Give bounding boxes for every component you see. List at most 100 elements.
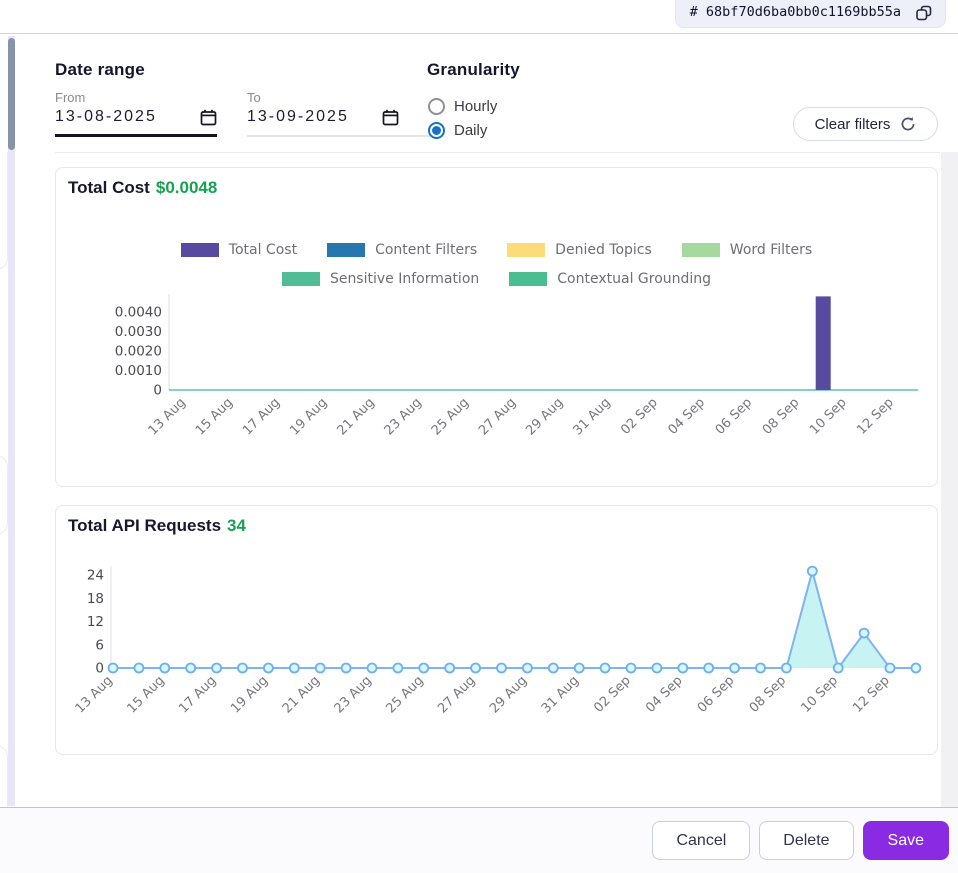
legend-item[interactable]: Denied Topics <box>507 242 652 258</box>
svg-text:27 Aug: 27 Aug <box>476 395 519 438</box>
svg-text:04 Sep: 04 Sep <box>643 673 686 716</box>
svg-text:08 Sep: 08 Sep <box>747 673 790 716</box>
legend-swatch <box>509 272 548 286</box>
to-label: To <box>247 90 261 105</box>
to-calendar-button[interactable] <box>382 109 399 126</box>
from-value[interactable]: 13-08-2025 <box>55 108 157 126</box>
footer: Cancel Delete Save <box>0 807 958 873</box>
legend-label: Content Filters <box>375 242 478 258</box>
legend-swatch <box>180 243 219 257</box>
from-label: From <box>55 90 86 105</box>
svg-text:0.0030: 0.0030 <box>115 324 162 340</box>
svg-text:13 Aug: 13 Aug <box>146 395 189 438</box>
svg-text:24: 24 <box>87 568 104 584</box>
calendar-icon <box>382 109 399 125</box>
legend-swatch <box>281 272 320 286</box>
svg-text:10 Sep: 10 Sep <box>798 673 841 716</box>
radio-icon[interactable] <box>428 122 445 139</box>
legend-swatch <box>507 243 546 257</box>
granularity-option-label: Daily <box>454 122 488 139</box>
calendar-icon <box>200 109 217 125</box>
filters-section: Date range From 13-08-2025 To 13-09-2025 <box>0 34 958 153</box>
svg-text:17 Aug: 17 Aug <box>176 673 219 716</box>
total-cost-chart[interactable]: 0 0.0010 0.0020 0.0030 0.0040 13 Aug 15 Aug 17 … <box>56 290 939 466</box>
legend-item[interactable]: Total Cost <box>180 242 298 258</box>
legend-item[interactable]: Content Filters <box>327 242 477 258</box>
clear-filters-label: Clear filters <box>814 115 891 133</box>
clear-filters-button[interactable]: Clear filters <box>793 107 938 141</box>
copy-icon[interactable] <box>915 4 933 22</box>
total-cost-card: Total Cost $0.0048 Total Cost Content Filt… <box>55 167 938 487</box>
radio-icon[interactable] <box>428 98 445 115</box>
granularity-label: Granularity <box>427 60 520 79</box>
svg-text:0.0040: 0.0040 <box>115 305 162 321</box>
api-requests-card: Total API Requests 34 0 6 12 18 24 13 Aug 15 Au… <box>55 505 938 755</box>
panel: # 68bf70d6ba0bb0c1169bb55a Date range Fr… <box>0 0 958 873</box>
legend-item[interactable]: Contextual Grounding <box>509 271 711 287</box>
svg-text:27 Aug: 27 Aug <box>435 673 478 716</box>
left-scrollbar-track[interactable] <box>8 36 15 806</box>
svg-text:0.0010: 0.0010 <box>115 363 162 379</box>
legend-item[interactable]: Sensitive Information <box>281 271 480 287</box>
svg-text:18: 18 <box>87 591 104 607</box>
api-requests-title: Total API Requests <box>68 516 222 535</box>
legend-label: Total Cost <box>228 242 298 258</box>
total-cost-title: Total Cost <box>68 178 150 197</box>
svg-text:13 Aug: 13 Aug <box>73 673 116 716</box>
legend-swatch <box>327 243 366 257</box>
svg-text:17 Aug: 17 Aug <box>240 395 283 438</box>
svg-text:0: 0 <box>153 383 162 399</box>
from-calendar-button[interactable] <box>200 109 217 126</box>
granularity-option-daily[interactable]: Daily <box>428 122 487 139</box>
svg-text:08 Sep: 08 Sep <box>760 395 803 438</box>
granularity-option-hourly[interactable]: Hourly <box>428 98 497 115</box>
legend-label: Word Filters <box>729 242 813 258</box>
svg-text:31 Aug: 31 Aug <box>539 673 582 716</box>
resource-id-chip: # 68bf70d6ba0bb0c1169bb55a <box>674 0 946 28</box>
svg-text:31 Aug: 31 Aug <box>570 395 613 438</box>
legend-label: Contextual Grounding <box>557 271 712 287</box>
resource-id-text: # 68bf70d6ba0bb0c1169bb55a <box>689 4 901 20</box>
svg-text:23 Aug: 23 Aug <box>332 673 375 716</box>
svg-text:04 Sep: 04 Sep <box>665 395 708 438</box>
legend-row: Sensitive Information Contextual Groundin… <box>56 271 937 287</box>
api-requests-chart[interactable]: 0 6 12 18 24 13 Aug 15 Aug 17 Aug 19 Aug 21 Aug 23… <box>56 554 939 754</box>
date-range-label: Date range <box>55 60 145 79</box>
svg-text:21 Aug: 21 Aug <box>280 673 323 716</box>
background-card <box>0 455 8 535</box>
svg-text:29 Aug: 29 Aug <box>523 395 566 438</box>
from-date-field[interactable]: From 13-08-2025 <box>55 90 217 137</box>
svg-text:19 Aug: 19 Aug <box>228 673 271 716</box>
legend-row: Total Cost Content Filters Denied Topics Wo… <box>56 242 937 258</box>
svg-text:19 Aug: 19 Aug <box>287 395 330 438</box>
save-button[interactable]: Save <box>862 821 949 860</box>
svg-text:12 Sep: 12 Sep <box>854 395 897 438</box>
svg-text:29 Aug: 29 Aug <box>487 673 530 716</box>
svg-text:21 Aug: 21 Aug <box>334 395 377 438</box>
svg-text:25 Aug: 25 Aug <box>429 395 472 438</box>
svg-text:23 Aug: 23 Aug <box>382 395 425 438</box>
svg-text:12: 12 <box>87 614 104 630</box>
delete-button[interactable]: Delete <box>759 821 854 860</box>
legend-label: Sensitive Information <box>329 271 480 287</box>
to-value[interactable]: 13-09-2025 <box>247 108 349 126</box>
svg-text:15 Aug: 15 Aug <box>124 673 167 716</box>
total-cost-value: $0.0048 <box>155 178 218 197</box>
legend-swatch <box>681 243 720 257</box>
api-requests-value: 34 <box>227 516 246 535</box>
granularity-option-label: Hourly <box>454 98 498 115</box>
svg-text:06 Sep: 06 Sep <box>713 395 756 438</box>
left-scrollbar-thumb[interactable] <box>8 38 15 150</box>
divider <box>55 152 940 153</box>
to-date-field[interactable]: To 13-09-2025 <box>247 90 437 137</box>
svg-text:02 Sep: 02 Sep <box>618 395 661 438</box>
legend-label: Denied Topics <box>555 242 652 258</box>
cancel-button[interactable]: Cancel <box>652 821 751 860</box>
svg-text:10 Sep: 10 Sep <box>807 395 850 438</box>
svg-text:0.0020: 0.0020 <box>115 344 162 360</box>
legend-item[interactable]: Word Filters <box>681 242 813 258</box>
svg-text:25 Aug: 25 Aug <box>383 673 426 716</box>
chart-legend: Total Cost Content Filters Denied Topics Wo… <box>56 242 937 287</box>
svg-text:12 Sep: 12 Sep <box>850 673 893 716</box>
svg-text:02 Sep: 02 Sep <box>591 673 634 716</box>
